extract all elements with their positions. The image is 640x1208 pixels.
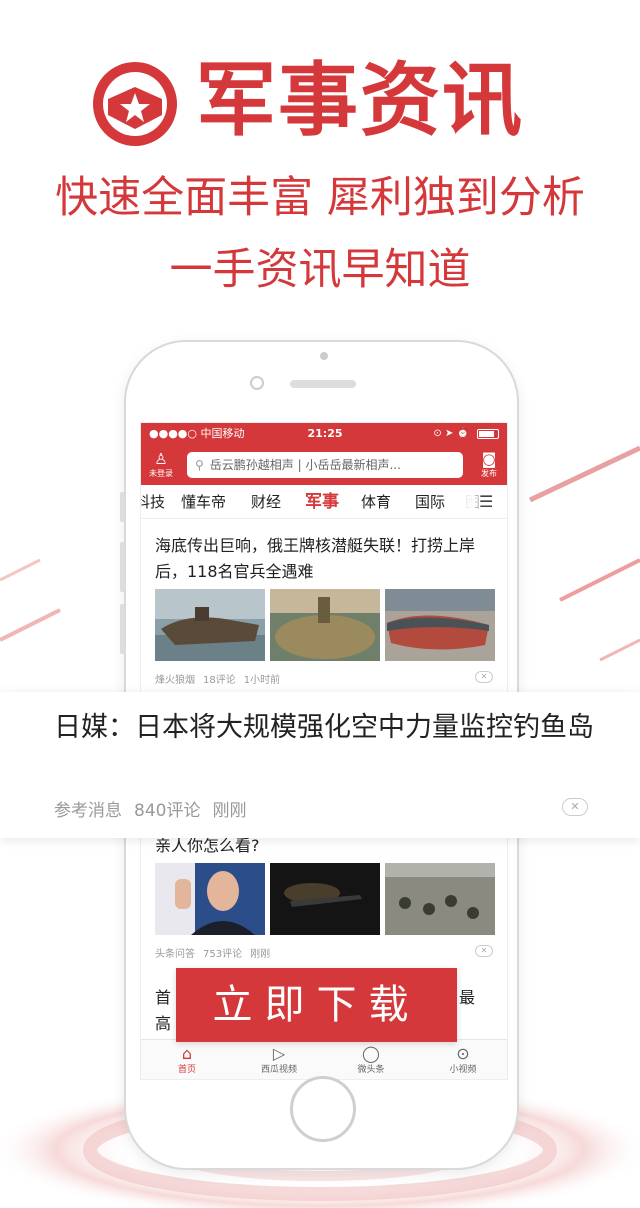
search-input[interactable]: ⚲ 岳云鹏孙越相声 | 小岳岳最新相声...	[187, 452, 463, 478]
tab-label: 微头条	[357, 1065, 385, 1075]
dismiss-button[interactable]: ✕	[562, 798, 588, 816]
publish-button[interactable]: ◙ 发布	[475, 449, 503, 483]
news-title-fragment: 高	[155, 1014, 172, 1033]
dismiss-button[interactable]: ✕	[475, 671, 493, 683]
news-source: 头条问答	[155, 949, 195, 960]
news-title[interactable]: 亲人你怎么看?	[155, 835, 260, 857]
chat-bubble-icon: ◯	[362, 1044, 380, 1063]
tab-small-video[interactable]: ⊙ 小视频	[417, 1044, 507, 1076]
news-comments: 753评论	[203, 949, 243, 960]
phone-mute-switch	[120, 492, 125, 522]
news-time: 1小时前	[243, 675, 281, 686]
tab-sports[interactable]: 体育	[361, 485, 391, 519]
tab-international[interactable]: 国际	[415, 485, 445, 519]
tab-label: 西瓜视频	[260, 1065, 297, 1075]
login-button[interactable]: ♙ 未登录	[147, 449, 175, 483]
tab-home[interactable]: ⌂ 首页	[141, 1044, 233, 1076]
camera-icon: ◙	[481, 450, 497, 468]
news-comments: 18评论	[203, 675, 236, 686]
submarine-photo-1	[155, 589, 265, 661]
small-video-icon: ⊙	[456, 1044, 470, 1063]
news-thumbnails	[155, 863, 495, 935]
phone-volume-down	[120, 604, 125, 654]
publish-label: 发布	[481, 469, 497, 478]
user-icon: ♙	[154, 450, 168, 468]
app-bar: ♙ 未登录 ⚲ 岳云鹏孙越相声 | 小岳岳最新相声... ◙ 发布	[141, 445, 507, 485]
brand-title: 军事资讯	[196, 54, 524, 147]
tab-label: 首页	[177, 1065, 196, 1075]
news-title: 海底传出巨响，俄王牌核潜艇失联！打捞上岸后，118名官兵全遇难	[155, 536, 476, 581]
news-source: 参考消息	[54, 801, 122, 821]
night-aircraft-photo	[270, 863, 380, 935]
login-label: 未登录	[149, 469, 173, 478]
channel-tabs: 科技 懂车帝 财经 军事 体育 国际 图 ☰	[141, 485, 507, 519]
phone-home-button	[290, 1076, 356, 1142]
home-icon: ⌂	[181, 1044, 193, 1063]
slogan-line-1: 快速全面丰富 犀利独到分析	[55, 173, 585, 223]
phone-sensor	[250, 376, 264, 390]
tab-tech[interactable]: 科技	[141, 485, 165, 519]
tab-xigua-video[interactable]: ▷ 西瓜视频	[233, 1044, 325, 1076]
news-thumbnails	[155, 589, 495, 661]
star-shield-icon	[93, 62, 177, 146]
status-bar: ●●●●○ 中国移动 21:25 ⊙ ➤ ⏰	[141, 423, 507, 445]
bottom-tab-bar: ⌂ 首页 ▷ 西瓜视频 ◯ 微头条 ⊙ 小视频	[141, 1039, 507, 1079]
news-meta: 头条问答 753评论 刚刚	[155, 945, 278, 960]
search-placeholder: 岳云鹏孙越相声 | 小岳岳最新相声...	[209, 458, 401, 472]
tab-micro-headlines[interactable]: ◯ 微头条	[325, 1044, 417, 1076]
politician-photo	[155, 863, 265, 935]
news-title-fragment: 首	[155, 988, 172, 1007]
news-item[interactable]: 海底传出巨响，俄王牌核潜艇失联！打捞上岸后，118名官兵全遇难	[155, 533, 495, 585]
news-time: 刚刚	[212, 801, 247, 821]
news-comments: 840评论	[134, 801, 201, 821]
tab-finance[interactable]: 财经	[251, 485, 281, 519]
featured-news-meta: 参考消息 840评论 刚刚	[54, 796, 258, 821]
news-title-fragment: 最	[459, 988, 476, 1007]
submarine-photo-2	[270, 589, 380, 661]
phone-camera	[320, 352, 328, 360]
status-icons: ⊙ ➤ ⏰	[433, 428, 469, 439]
phone-speaker	[290, 380, 356, 388]
tab-military[interactable]: 军事	[305, 485, 339, 519]
slogan-line-2: 一手资讯早知道	[169, 245, 471, 295]
download-button[interactable]: 立即下载	[176, 968, 457, 1042]
menu-icon[interactable]: ☰	[479, 493, 497, 511]
news-source: 烽火狼烟	[155, 675, 195, 686]
phone-volume-up	[120, 542, 125, 592]
news-meta: 烽火狼烟 18评论 1小时前	[155, 671, 288, 686]
brand-header: 军事资讯	[0, 45, 640, 155]
featured-news-title: 日媒：日本将大规模强化空中力量监控钓鱼岛	[54, 712, 594, 743]
tabs-fade	[449, 485, 475, 518]
play-icon: ▷	[272, 1044, 286, 1063]
battery-icon	[477, 429, 499, 439]
search-icon: ⚲	[195, 458, 204, 472]
dismiss-button[interactable]: ✕	[475, 945, 493, 957]
featured-news-card[interactable]: 日媒：日本将大规模强化空中力量监控钓鱼岛 参考消息 840评论 刚刚 ✕	[0, 692, 640, 838]
tab-label: 小视频	[449, 1065, 477, 1075]
tab-dongchedi[interactable]: 懂车帝	[181, 485, 226, 519]
submarine-photo-3	[385, 589, 495, 661]
news-time: 刚刚	[250, 949, 271, 960]
soldiers-photo	[385, 863, 495, 935]
